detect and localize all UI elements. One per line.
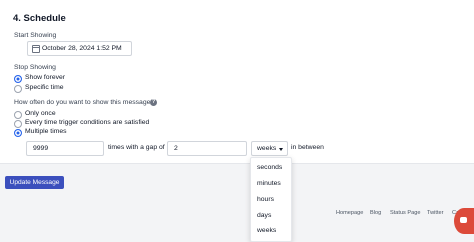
footer-link-homepage[interactable]: Homepage (336, 210, 363, 216)
in-between-label: in between (291, 144, 324, 151)
update-message-button[interactable]: Update Message (5, 176, 64, 189)
gap-unit-select[interactable]: weeks (251, 141, 288, 156)
question-circle-icon[interactable]: ? (150, 99, 157, 106)
times-count-input[interactable]: 9999 (26, 141, 104, 156)
footer-link-twitter[interactable]: Twitter (427, 210, 443, 216)
option-show-forever: Show forever (25, 74, 66, 81)
footer-link-blog[interactable]: Blog (370, 210, 381, 216)
dropdown-option-weeks[interactable]: weeks (257, 227, 276, 234)
gap-unit-dropdown: seconds minutes hours days weeks (250, 157, 292, 242)
start-date-input[interactable]: October 28, 2024 1:52 PM (27, 41, 132, 56)
option-multiple-times: Multiple times (25, 128, 67, 135)
gap-unit-value: weeks (257, 145, 277, 152)
dropdown-option-days[interactable]: days (257, 212, 271, 219)
caret-down-icon (279, 148, 283, 151)
times-gap-label: times with a gap of (108, 144, 165, 151)
calendar-icon (32, 45, 40, 53)
dropdown-option-hours[interactable]: hours (257, 196, 274, 203)
schedule-card (0, 0, 474, 164)
frequency-question: How often do you want to show this messa… (14, 99, 155, 106)
option-only-once: Only once (25, 110, 56, 117)
dropdown-option-seconds[interactable]: seconds (257, 164, 282, 171)
radio-specific-time[interactable] (14, 85, 22, 93)
section-title: 4. Schedule (13, 13, 66, 24)
gap-value-input[interactable]: 2 (167, 141, 247, 156)
option-specific-time: Specific time (25, 84, 64, 91)
option-every-time: Every time trigger conditions are satisf… (25, 119, 150, 126)
start-showing-label: Start Showing (14, 32, 57, 39)
stop-showing-label: Stop Showing (14, 64, 56, 71)
chat-icon (460, 217, 467, 223)
start-date-value: October 28, 2024 1:52 PM (42, 45, 122, 52)
radio-show-forever[interactable] (14, 75, 22, 83)
dropdown-option-minutes[interactable]: minutes (257, 180, 281, 187)
radio-every-time[interactable] (14, 120, 22, 128)
radio-multiple-times[interactable] (14, 129, 22, 137)
footer-link-status[interactable]: Status Page (390, 210, 420, 216)
radio-only-once[interactable] (14, 111, 22, 119)
chat-widget-button[interactable] (454, 208, 474, 234)
